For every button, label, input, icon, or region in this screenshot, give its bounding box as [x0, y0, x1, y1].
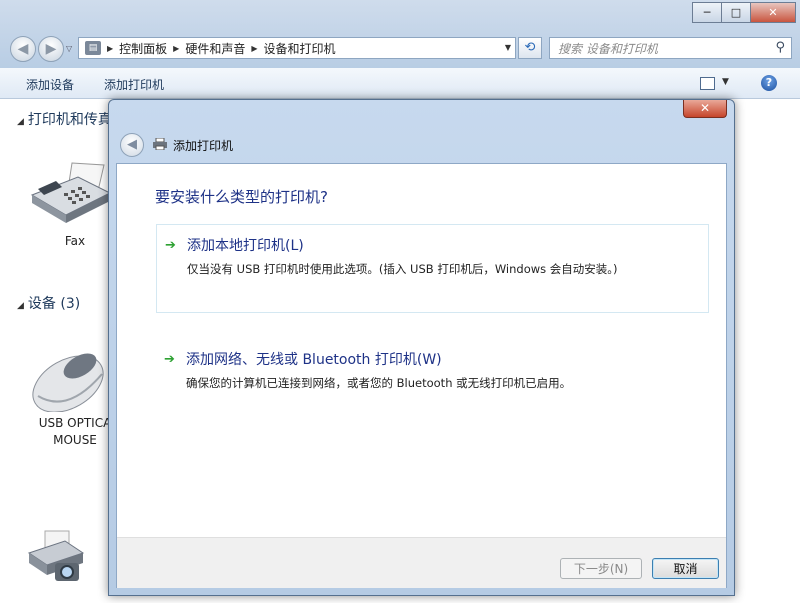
- group-printers-and-faxes[interactable]: ◢ 打印机和传真: [17, 109, 112, 129]
- option-title: 添加网络、无线或 Bluetooth 打印机(W): [186, 352, 442, 368]
- green-arrow-icon: ➔: [164, 351, 175, 367]
- cancel-button[interactable]: 取消: [652, 558, 719, 579]
- dialog-footer: 下一步(N) 取消: [117, 537, 726, 588]
- add-local-printer-option[interactable]: ➔ 添加本地打印机(L) 仅当没有 USB 打印机时使用此选项。(插入 USB …: [156, 224, 709, 313]
- collapse-icon: ◢: [17, 301, 24, 311]
- option-description: 仅当没有 USB 打印机时使用此选项。(插入 USB 打印机后，Windows …: [187, 262, 618, 276]
- fax-device-icon[interactable]: [26, 159, 112, 227]
- minimize-button[interactable]: ─: [692, 2, 722, 23]
- recent-pages-dropdown[interactable]: ▽: [66, 44, 72, 53]
- breadcrumb-separator-icon[interactable]: ▶: [251, 44, 257, 53]
- address-bar[interactable]: ▤ ▶ 控制面板 ▶ 硬件和声音 ▶ 设备和打印机 ▼: [78, 37, 516, 59]
- mouse-label: USB OPTICA MOUSE: [30, 415, 120, 449]
- add-printer-button[interactable]: 添加打印机: [104, 76, 164, 93]
- help-icon[interactable]: ?: [761, 75, 777, 91]
- group-label: 打印机和传真: [27, 112, 112, 128]
- maximize-button[interactable]: □: [721, 2, 751, 23]
- option-title: 添加本地打印机(L): [187, 238, 304, 254]
- breadcrumb-hardware-and-sound[interactable]: 硬件和声音: [185, 40, 245, 57]
- dialog-title: 添加打印机: [173, 139, 234, 153]
- address-dropdown-icon[interactable]: ▼: [505, 43, 511, 52]
- back-arrow-icon: ◀: [127, 137, 137, 152]
- dialog-back-button[interactable]: ◀: [120, 133, 144, 157]
- view-options-dropdown-icon[interactable]: ▼: [722, 77, 729, 87]
- green-arrow-icon: ➔: [165, 237, 176, 253]
- forward-arrow-icon: ▶: [45, 41, 57, 57]
- window-frame: ─ □ ✕ ◀ ▶ ▽ ▤ ▶ 控制面板 ▶ 硬件和声音 ▶ 设备和打印机 ▼ …: [0, 0, 800, 69]
- refresh-icon: ⟲: [524, 40, 536, 55]
- option-description: 确保您的计算机已连接到网络，或者您的 Bluetooth 或无线打印机已启用。: [186, 376, 572, 390]
- breadcrumb-control-panel[interactable]: 控制面板: [119, 40, 167, 57]
- dialog-body: 要安装什么类型的打印机? ➔ 添加本地打印机(L) 仅当没有 USB 打印机时使…: [116, 163, 727, 588]
- back-arrow-icon: ◀: [17, 41, 29, 57]
- back-button[interactable]: ◀: [10, 36, 36, 62]
- dialog-heading: 要安装什么类型的打印机?: [155, 188, 328, 206]
- breadcrumb-separator-icon[interactable]: ▶: [173, 44, 179, 53]
- mouse-label-line2: MOUSE: [53, 433, 97, 447]
- add-printer-dialog: ✕ ◀ 添加打印机 要安装什么类型的打印机? ➔ 添加本地打印机(L) 仅当没有…: [108, 99, 735, 596]
- add-network-printer-option[interactable]: ➔ 添加网络、无线或 Bluetooth 打印机(W) 确保您的计算机已连接到网…: [156, 339, 709, 391]
- mouse-label-line1: USB OPTICA: [38, 416, 112, 430]
- search-input[interactable]: [556, 39, 770, 59]
- printer-icon: [153, 138, 167, 150]
- close-button[interactable]: ✕: [750, 2, 796, 23]
- breadcrumb-devices-and-printers[interactable]: 设备和打印机: [264, 40, 336, 57]
- dialog-close-button[interactable]: ✕: [683, 100, 727, 118]
- caption-buttons: ─ □ ✕: [692, 2, 796, 23]
- refresh-button[interactable]: ⟲: [518, 37, 542, 59]
- photo-printer-icon[interactable]: [25, 527, 85, 587]
- collapse-icon: ◢: [17, 117, 24, 127]
- control-panel-icon: ▤: [85, 41, 101, 55]
- fax-label: Fax: [64, 234, 86, 248]
- command-bar: 添加设备 添加打印机 ▼ ?: [0, 68, 800, 99]
- forward-button[interactable]: ▶: [38, 36, 64, 62]
- group-devices[interactable]: ◢ 设备 (3): [17, 293, 80, 313]
- search-box[interactable]: ⚲: [549, 37, 792, 59]
- group-label: 设备 (3): [27, 296, 81, 312]
- usb-mouse-icon[interactable]: [28, 344, 108, 412]
- add-device-button[interactable]: 添加设备: [26, 76, 74, 93]
- next-button[interactable]: 下一步(N): [560, 558, 642, 579]
- change-view-icon[interactable]: [700, 77, 715, 90]
- search-icon[interactable]: ⚲: [775, 40, 785, 55]
- breadcrumb-separator-icon[interactable]: ▶: [107, 44, 113, 53]
